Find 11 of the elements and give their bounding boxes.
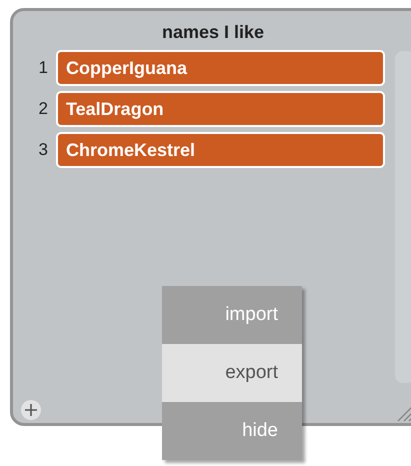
menu-item[interactable]: hide: [162, 402, 302, 460]
item-index: 1: [38, 57, 49, 80]
item-index: 2: [38, 98, 49, 120]
list-item-field[interactable]: CopperIguana: [56, 50, 385, 86]
add-icon[interactable]: [20, 399, 42, 421]
item-index: 3: [38, 139, 49, 162]
list-item-field[interactable]: ChromeKestrel: [56, 132, 385, 168]
menu-item[interactable]: import: [162, 286, 302, 344]
list-item-field[interactable]: TealDragon: [56, 91, 385, 127]
list-title: names I like: [160, 21, 266, 43]
menu-item[interactable]: export: [162, 344, 302, 402]
